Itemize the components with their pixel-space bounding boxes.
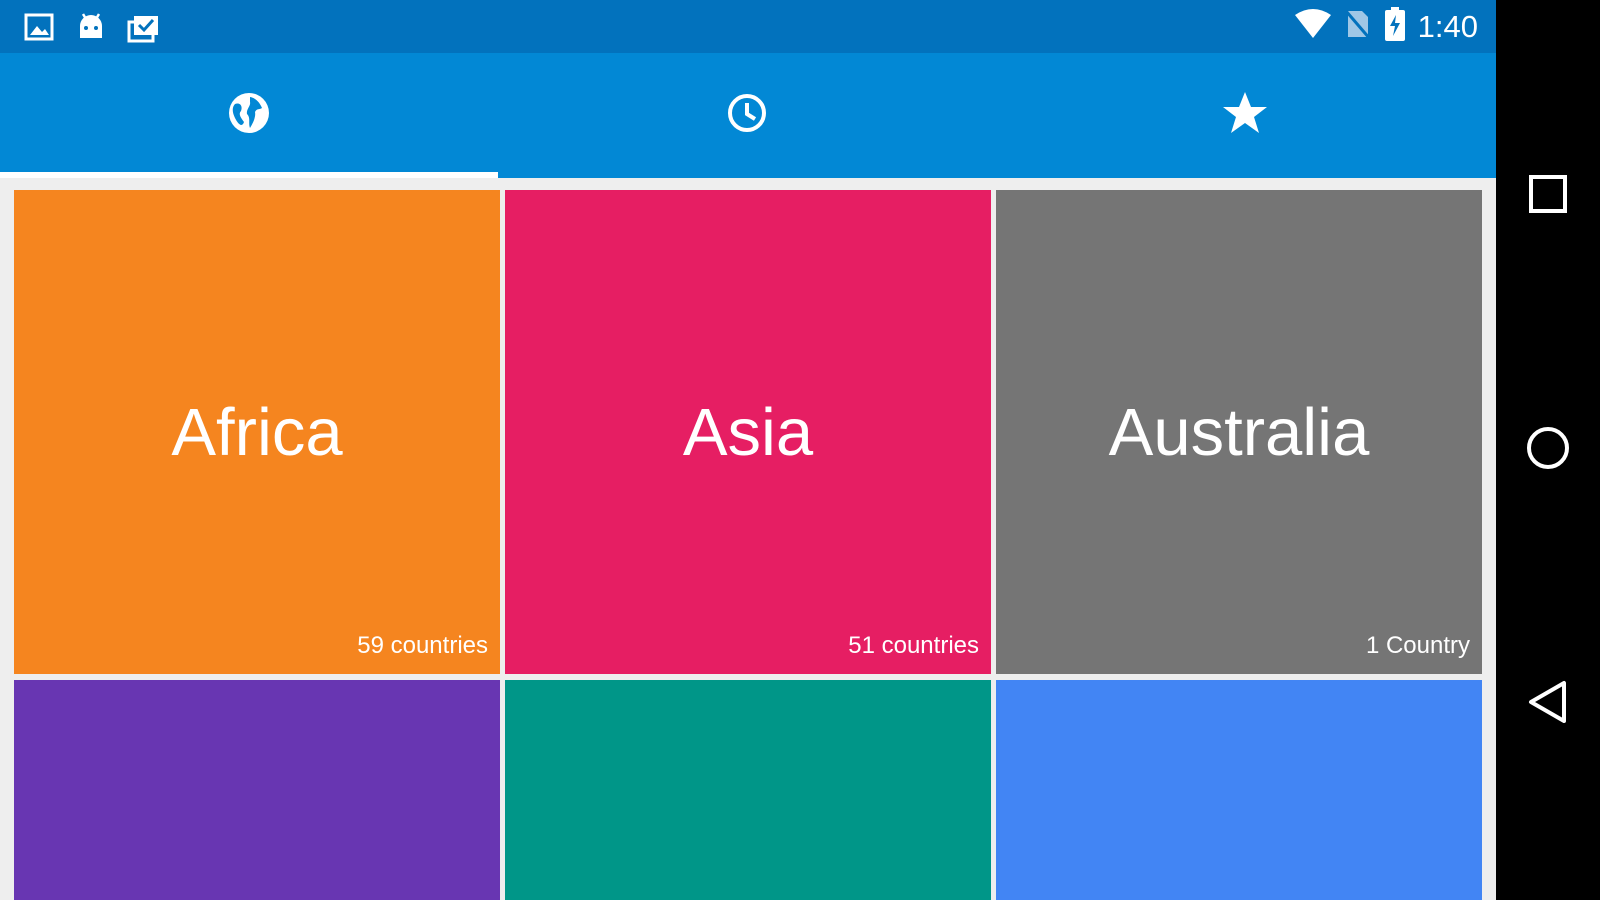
tab-favorites[interactable] — [996, 53, 1494, 178]
selected-tab-indicator — [0, 172, 498, 178]
status-bar: 1:40 — [0, 0, 1496, 53]
circle-icon — [1525, 425, 1571, 476]
continent-tile-asia[interactable]: Asia 51 countries — [505, 190, 991, 674]
no-sim-icon — [1344, 7, 1372, 46]
square-icon — [1528, 174, 1568, 219]
continent-tile-africa[interactable]: Africa 59 countries — [14, 190, 500, 674]
app-screen: 1:40 Africa 59 countries Asia 51 countri… — [0, 0, 1496, 900]
wifi-icon — [1294, 7, 1332, 46]
clock-text: 1:40 — [1417, 8, 1478, 44]
star-icon — [1222, 90, 1268, 141]
continent-name: Asia — [682, 394, 814, 470]
recents-button[interactable] — [1518, 166, 1578, 226]
continent-tile[interactable] — [996, 680, 1482, 900]
continent-name: Africa — [171, 394, 343, 470]
continent-tile[interactable] — [505, 680, 991, 900]
country-count: 59 countries — [357, 632, 488, 659]
home-button[interactable] — [1518, 420, 1578, 480]
continent-tile[interactable] — [14, 680, 500, 900]
globe-icon — [226, 90, 272, 141]
back-button[interactable] — [1518, 674, 1578, 734]
clock-icon — [726, 92, 768, 139]
country-count: 51 countries — [848, 632, 979, 659]
tab-recent[interactable] — [498, 53, 996, 178]
tab-bar — [0, 53, 1496, 178]
image-icon — [22, 10, 56, 44]
tasks-icon — [126, 10, 160, 44]
tab-continents[interactable] — [0, 53, 498, 178]
android-icon — [74, 10, 108, 44]
continent-grid: Africa 59 countries Asia 51 countries Au… — [14, 190, 1482, 900]
status-right-group: 1:40 — [1294, 0, 1478, 53]
country-count: 1 Country — [1365, 632, 1470, 659]
continent-name: Australia — [1108, 394, 1370, 470]
triangle-back-icon — [1527, 680, 1569, 729]
battery-charging-icon — [1384, 6, 1406, 47]
navigation-bar — [1496, 0, 1600, 900]
continent-tile-australia[interactable]: Australia 1 Country — [996, 190, 1482, 674]
